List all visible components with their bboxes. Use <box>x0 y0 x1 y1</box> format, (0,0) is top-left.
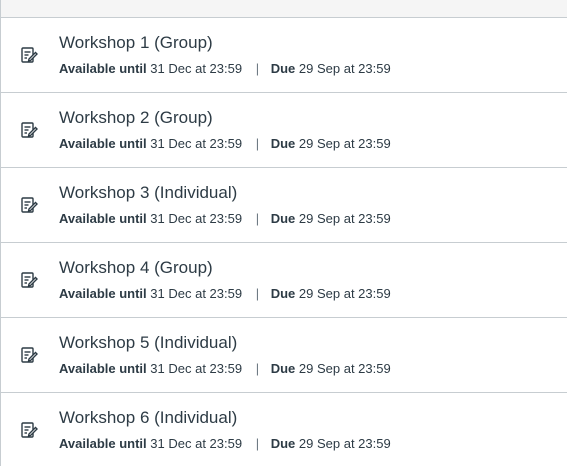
assignment-icon <box>20 46 38 64</box>
date-separator: | <box>255 436 260 451</box>
due-label: Due <box>270 361 296 376</box>
assignment-title[interactable]: Workshop 5 (Individual) <box>59 332 237 354</box>
assignment-row[interactable]: Workshop 1 (Group) Available until 31 De… <box>1 18 567 93</box>
available-label: Available until <box>59 286 147 301</box>
assignment-title[interactable]: Workshop 4 (Group) <box>59 257 213 279</box>
available-value: 31 Dec at 23:59 <box>150 436 243 451</box>
date-separator: | <box>255 286 260 301</box>
assignment-row[interactable]: Workshop 5 (Individual) Available until … <box>1 318 567 393</box>
assignment-title[interactable]: Workshop 1 (Group) <box>59 32 213 54</box>
list-header-strip <box>1 0 567 18</box>
assignment-row[interactable]: Workshop 6 (Individual) Available until … <box>1 393 567 466</box>
assignment-dates: Available until 31 Dec at 23:59 | Due 29… <box>59 60 391 78</box>
due-label: Due <box>270 136 296 151</box>
assignment-dates: Available until 31 Dec at 23:59 | Due 29… <box>59 285 391 303</box>
available-label: Available until <box>59 436 147 451</box>
available-label: Available until <box>59 136 147 151</box>
available-value: 31 Dec at 23:59 <box>150 136 243 151</box>
assignment-row[interactable]: Workshop 2 (Group) Available until 31 De… <box>1 93 567 168</box>
assignment-dates: Available until 31 Dec at 23:59 | Due 29… <box>59 210 391 228</box>
available-value: 31 Dec at 23:59 <box>150 61 243 76</box>
due-value: 29 Sep at 23:59 <box>298 286 391 301</box>
date-separator: | <box>255 361 260 376</box>
assignment-dates: Available until 31 Dec at 23:59 | Due 29… <box>59 360 391 378</box>
assignment-icon <box>20 121 38 139</box>
due-value: 29 Sep at 23:59 <box>298 211 391 226</box>
due-value: 29 Sep at 23:59 <box>298 361 391 376</box>
assignment-dates: Available until 31 Dec at 23:59 | Due 29… <box>59 135 391 153</box>
due-value: 29 Sep at 23:59 <box>298 436 391 451</box>
assignment-dates: Available until 31 Dec at 23:59 | Due 29… <box>59 435 391 453</box>
assignment-row[interactable]: Workshop 4 (Group) Available until 31 De… <box>1 243 567 318</box>
available-label: Available until <box>59 61 147 76</box>
assignment-title[interactable]: Workshop 2 (Group) <box>59 107 213 129</box>
date-separator: | <box>255 211 260 226</box>
date-separator: | <box>255 61 260 76</box>
assignment-list: Workshop 1 (Group) Available until 31 De… <box>0 0 567 466</box>
due-label: Due <box>270 211 296 226</box>
assignment-row[interactable]: Workshop 3 (Individual) Available until … <box>1 168 567 243</box>
assignment-icon <box>20 196 38 214</box>
available-value: 31 Dec at 23:59 <box>150 361 243 376</box>
date-separator: | <box>255 136 260 151</box>
available-value: 31 Dec at 23:59 <box>150 211 243 226</box>
due-value: 29 Sep at 23:59 <box>298 136 391 151</box>
due-label: Due <box>270 436 296 451</box>
assignment-title[interactable]: Workshop 3 (Individual) <box>59 182 237 204</box>
due-label: Due <box>270 286 296 301</box>
assignment-icon <box>20 346 38 364</box>
assignment-title[interactable]: Workshop 6 (Individual) <box>59 407 237 429</box>
due-value: 29 Sep at 23:59 <box>298 61 391 76</box>
available-label: Available until <box>59 211 147 226</box>
available-label: Available until <box>59 361 147 376</box>
assignment-icon <box>20 271 38 289</box>
due-label: Due <box>270 61 296 76</box>
available-value: 31 Dec at 23:59 <box>150 286 243 301</box>
assignment-icon <box>20 421 38 439</box>
